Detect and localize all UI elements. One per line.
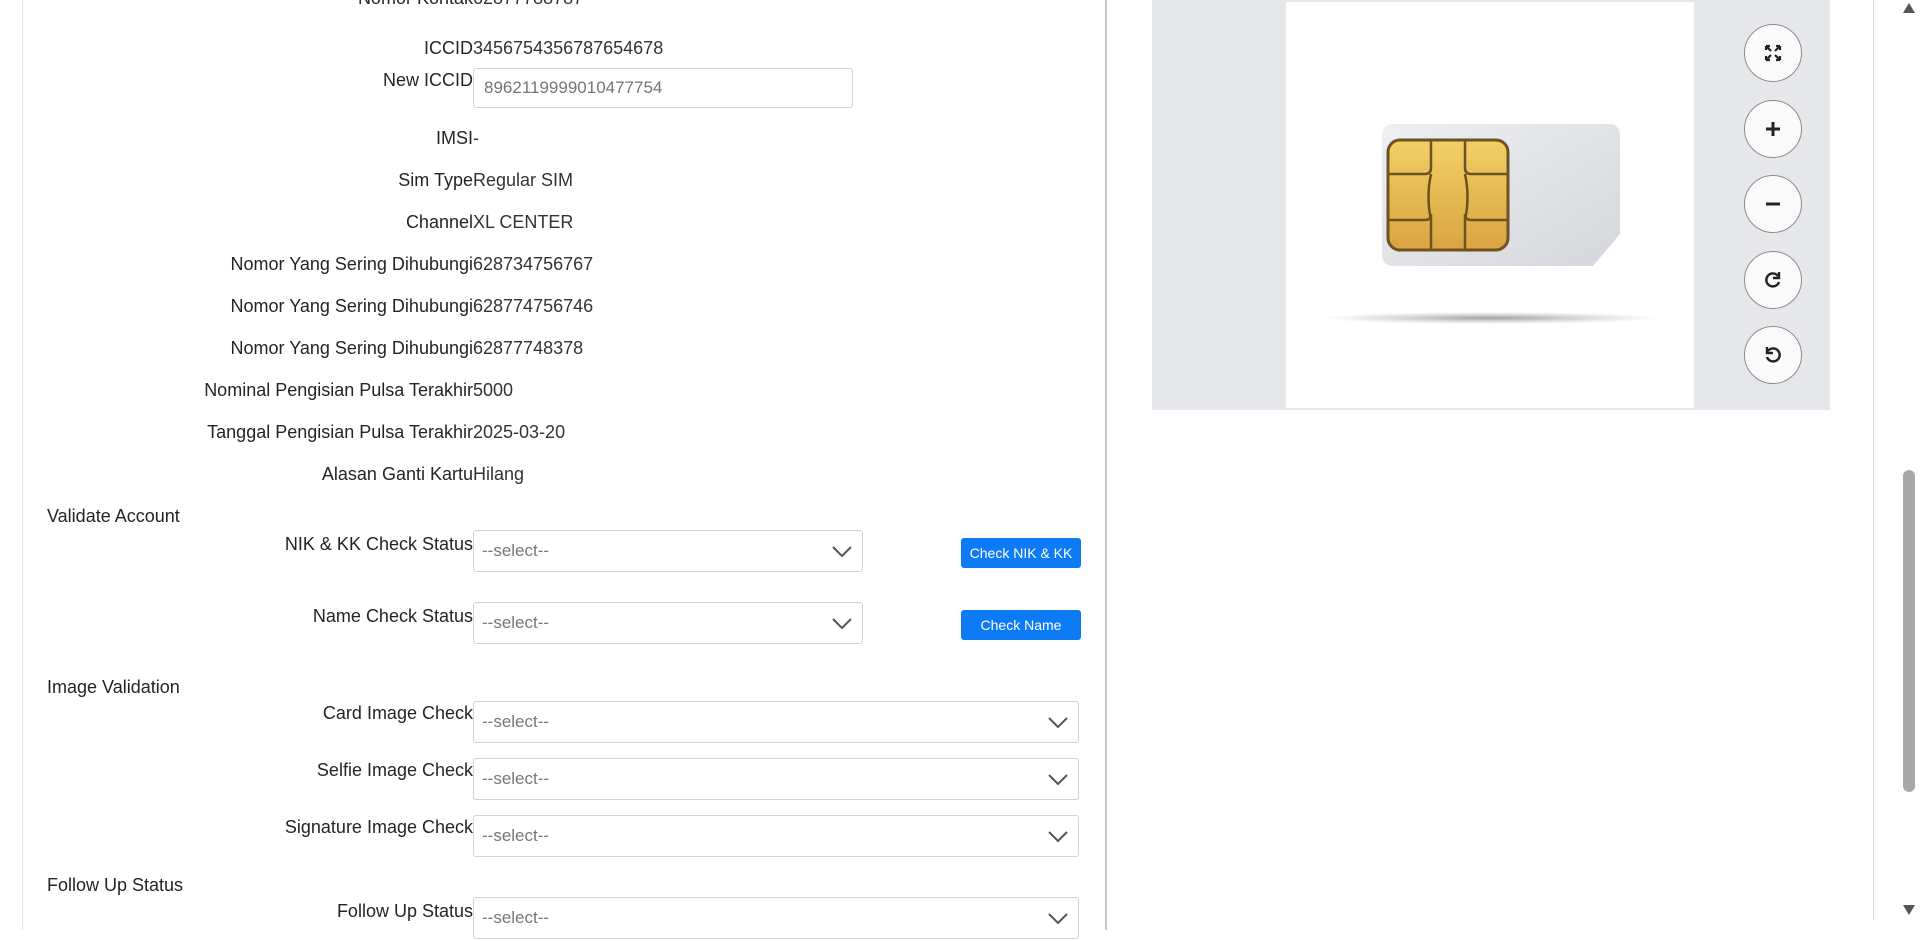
card-image-row: Card Image Check --select--: [23, 701, 1105, 745]
sim-type-value: Regular SIM: [473, 170, 574, 190]
follow-up-selected: --select--: [482, 908, 550, 927]
name-check-select[interactable]: --select--: [473, 602, 863, 644]
rotate-right-icon: [1765, 272, 1781, 288]
scroll-up-arrow-icon[interactable]: [1902, 2, 1916, 14]
chevron-down-icon: [1048, 831, 1068, 843]
chevron-down-icon: [832, 618, 852, 630]
follow-up-heading: Follow Up Status: [47, 875, 184, 895]
new-iccid-input[interactable]: [473, 68, 853, 108]
iccid-label: ICCID: [424, 38, 473, 58]
card-image-label: Card Image Check: [322, 703, 473, 723]
detail-row-nominal-pulsa: Nominal Pengisian Pulsa Terakhir 5000: [23, 370, 1105, 410]
fullscreen-icon: [1764, 44, 1782, 62]
chevron-down-icon: [1048, 774, 1068, 786]
tanggal-pulsa-value: 2025-03-20: [473, 422, 566, 442]
document-image-canvas[interactable]: [1286, 2, 1694, 408]
chevron-down-icon: [1048, 717, 1068, 729]
tanggal-pulsa-label: Tanggal Pengisian Pulsa Terakhir: [207, 422, 473, 442]
frequent-number-label: Nomor Yang Sering Dihubungi: [230, 254, 473, 274]
nik-kk-select[interactable]: --select--: [473, 530, 863, 572]
page-scrollbar[interactable]: [1873, 0, 1920, 920]
selfie-image-selected: --select--: [482, 769, 550, 788]
scrollbar-thumb[interactable]: [1903, 470, 1915, 792]
alasan-label: Alasan Ganti Kartu: [321, 464, 473, 484]
check-name-button[interactable]: Check Name: [961, 610, 1081, 640]
nik-kk-selected: --select--: [482, 541, 550, 560]
card-image-select[interactable]: --select--: [473, 701, 1079, 743]
nominal-pulsa-label: Nominal Pengisian Pulsa Terakhir: [204, 380, 473, 400]
channel-label: Channel: [405, 212, 473, 232]
image-viewer: [1152, 0, 1830, 410]
customer-detail-panel: Nomor Kontak 62877788787 ICCID 345675435…: [22, 0, 1107, 939]
detail-row-new-iccid: New ICCID: [23, 68, 1105, 112]
zoom-out-button[interactable]: [1744, 175, 1802, 233]
zoom-in-icon: [1766, 122, 1780, 136]
alasan-value: Hilang: [473, 464, 525, 484]
detail-row-tanggal-pulsa: Tanggal Pengisian Pulsa Terakhir 2025-03…: [23, 412, 1105, 452]
name-check-row: Name Check Status --select-- Check Name: [23, 602, 1105, 652]
detail-row-sim-type: Sim Type Regular SIM: [23, 160, 1105, 200]
zoom-in-button[interactable]: [1744, 100, 1802, 158]
signature-image-select[interactable]: --select--: [473, 815, 1079, 857]
selfie-image-select[interactable]: --select--: [473, 758, 1079, 800]
sim-type-label: Sim Type: [398, 170, 473, 190]
nik-kk-row: NIK & KK Check Status --select-- Check N…: [23, 530, 1105, 580]
zoom-out-icon: [1766, 202, 1780, 206]
follow-up-select[interactable]: --select--: [473, 897, 1079, 939]
nominal-pulsa-value: 5000: [473, 380, 514, 400]
image-validation-heading: Image Validation: [47, 677, 180, 697]
frequent-number-label: Nomor Yang Sering Dihubungi: [230, 338, 473, 358]
detail-row-nomor-kontak: Nomor Kontak 62877788787: [23, 0, 1105, 28]
fullscreen-button[interactable]: [1744, 24, 1802, 82]
rotate-left-button[interactable]: [1744, 326, 1802, 384]
scroll-down-arrow-icon[interactable]: [1902, 904, 1916, 916]
nik-kk-label: NIK & KK Check Status: [284, 534, 473, 554]
iccid-value: 3456754356787654678: [473, 38, 664, 58]
check-nik-kk-button[interactable]: Check NIK & KK: [961, 538, 1081, 568]
frequent-number-value: 62877748378: [473, 338, 584, 358]
frequent-number-value: 628734756767: [473, 254, 594, 274]
detail-row-alasan: Alasan Ganti Kartu Hilang: [23, 454, 1105, 494]
signature-image-label: Signature Image Check: [284, 817, 473, 837]
detail-row-frequent-number-3: Nomor Yang Sering Dihubungi 62877748378: [23, 328, 1105, 368]
selfie-image-label: Selfie Image Check: [316, 760, 473, 780]
detail-row-imsi: IMSI -: [23, 118, 1105, 158]
card-image-selected: --select--: [482, 712, 550, 731]
detail-row-channel: Channel XL CENTER: [23, 202, 1105, 242]
signature-image-row: Signature Image Check --select--: [23, 815, 1105, 859]
rotate-left-icon: [1765, 347, 1781, 363]
detail-row-frequent-number-2: Nomor Yang Sering Dihubungi 628774756746: [23, 286, 1105, 326]
nomor-kontak-label: Nomor Kontak: [358, 0, 473, 9]
imsi-label: IMSI: [435, 128, 473, 148]
name-check-selected: --select--: [482, 613, 550, 632]
chevron-down-icon: [832, 546, 852, 558]
follow-up-label: Follow Up Status: [336, 901, 473, 921]
detail-row-frequent-number-1: Nomor Yang Sering Dihubungi 628734756767: [23, 244, 1105, 284]
name-check-label: Name Check Status: [312, 606, 473, 626]
detail-row-iccid: ICCID 3456754356787654678: [23, 28, 1105, 68]
selfie-image-row: Selfie Image Check --select--: [23, 758, 1105, 802]
sim-card-image: [1320, 124, 1660, 324]
channel-value: XL CENTER: [473, 212, 574, 232]
signature-image-selected: --select--: [482, 826, 550, 845]
rotate-right-button[interactable]: [1744, 251, 1802, 309]
frequent-number-label: Nomor Yang Sering Dihubungi: [230, 296, 473, 316]
chevron-down-icon: [1048, 913, 1068, 925]
nomor-kontak-value: 62877788787: [473, 0, 583, 9]
follow-up-row: Follow Up Status --select--: [23, 897, 1105, 941]
validate-account-heading: Validate Account: [47, 506, 180, 526]
imsi-value: -: [473, 128, 479, 148]
frequent-number-value: 628774756746: [473, 296, 594, 316]
new-iccid-label: New ICCID: [382, 70, 473, 90]
